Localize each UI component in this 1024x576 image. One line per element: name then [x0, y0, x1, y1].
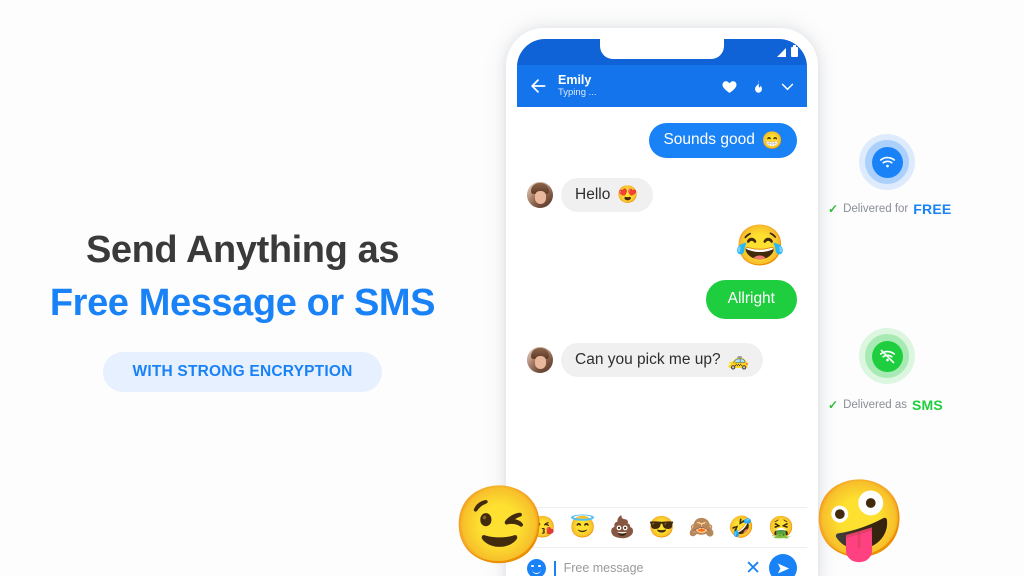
- delivery-badge-free-icon: [859, 134, 915, 190]
- emoji-see-no-evil[interactable]: 🙈: [689, 517, 715, 538]
- phone-notch: [600, 39, 724, 59]
- clear-input-button[interactable]: ✕: [745, 559, 761, 576]
- message-text: Allright: [727, 290, 775, 308]
- emoji-poop[interactable]: 💩: [609, 517, 635, 538]
- delivery-status-sms: ✓ Delivered as SMS: [828, 397, 943, 413]
- avatar: [527, 181, 553, 208]
- promo-banner: Send Anything as Free Message or SMS WIT…: [0, 0, 1024, 576]
- message-row-sticker: 😂: [517, 226, 807, 266]
- headline-line-2: Free Message or SMS: [49, 281, 436, 324]
- message-text: Sounds good: [663, 131, 755, 148]
- text-caret: [554, 560, 556, 576]
- send-button[interactable]: [769, 554, 797, 576]
- chevron-down-icon[interactable]: [779, 78, 796, 95]
- chat-app-bar: Emily Typing ...: [517, 65, 807, 107]
- grinning-face-icon: 😁: [761, 130, 783, 150]
- delivery-prefix: Delivered as: [843, 399, 907, 411]
- delivery-highlight: SMS: [911, 397, 943, 413]
- tears-of-joy-sticker[interactable]: 😂: [735, 226, 785, 266]
- message-row-incoming: Hello 😍: [517, 177, 807, 213]
- delivery-prefix: Delivered for: [843, 203, 909, 215]
- message-input-placeholder[interactable]: Free message: [564, 561, 737, 575]
- battery-icon: [791, 45, 798, 57]
- avatar: [527, 347, 553, 374]
- wink-face-decoration: 😉: [452, 483, 547, 568]
- message-text: Hello: [575, 185, 611, 203]
- peer-status: Typing ...: [558, 87, 597, 99]
- wifi-icon: [879, 156, 895, 167]
- status-bar: [517, 39, 807, 65]
- zany-face-decoration: 🤪: [812, 477, 907, 562]
- heart-icon[interactable]: [721, 78, 738, 95]
- message-input-bar: Free message ✕: [517, 547, 807, 576]
- message-row-outgoing: Sounds good 😁: [517, 123, 807, 158]
- emoji-rofl[interactable]: 🤣: [728, 517, 754, 538]
- encryption-badge: WITH STRONG ENCRYPTION: [102, 351, 383, 392]
- message-bubble-hello[interactable]: Hello 😍: [561, 177, 653, 213]
- headline-line-1: Send Anything as: [85, 229, 400, 271]
- signal-bars-icon: [777, 48, 786, 57]
- message-text: Can you pick me up?: [575, 350, 721, 368]
- check-icon: ✓: [828, 202, 839, 216]
- message-row-outgoing: Allright: [517, 280, 807, 319]
- delivery-badge-sms-icon: [859, 328, 915, 384]
- emoji-tray[interactable]: 😘 😇 💩 😎 🙈 🤣 🤮: [517, 507, 807, 547]
- emoji-exploding-head[interactable]: 🤮: [768, 517, 794, 538]
- flame-icon[interactable]: [751, 78, 766, 95]
- message-bubble-sounds-good[interactable]: Sounds good 😁: [649, 123, 797, 158]
- peer-name: Emily: [558, 72, 592, 87]
- delivery-status-free: ✓ Delivered for FREE: [828, 201, 951, 217]
- emoji-sunglasses[interactable]: 😎: [649, 517, 675, 538]
- back-arrow-icon[interactable]: [528, 76, 548, 96]
- message-bubble-allright[interactable]: Allright: [705, 280, 797, 319]
- message-list: Sounds good 😁 Hello 😍 😂 Allright Can you…: [517, 107, 807, 547]
- wifi-off-icon: [879, 349, 895, 363]
- emoji-halo[interactable]: 😇: [569, 517, 595, 538]
- taxi-icon: 🚕: [727, 350, 749, 370]
- marketing-copy: Send Anything as Free Message or SMS WIT…: [0, 228, 485, 392]
- phone-screen: Emily Typing ... Sounds good 😁 Hello 😍 😂…: [517, 39, 807, 576]
- message-bubble-pick-me-up[interactable]: Can you pick me up? 🚕: [561, 342, 763, 378]
- heart-eyes-face-icon: 😍: [617, 185, 639, 205]
- check-icon: ✓: [828, 398, 839, 412]
- phone-mockup: Emily Typing ... Sounds good 😁 Hello 😍 😂…: [506, 28, 818, 576]
- delivery-highlight: FREE: [913, 201, 952, 217]
- peer-info[interactable]: Emily Typing ...: [558, 73, 721, 100]
- send-icon: [777, 563, 789, 573]
- message-row-incoming: Can you pick me up? 🚕: [517, 342, 807, 378]
